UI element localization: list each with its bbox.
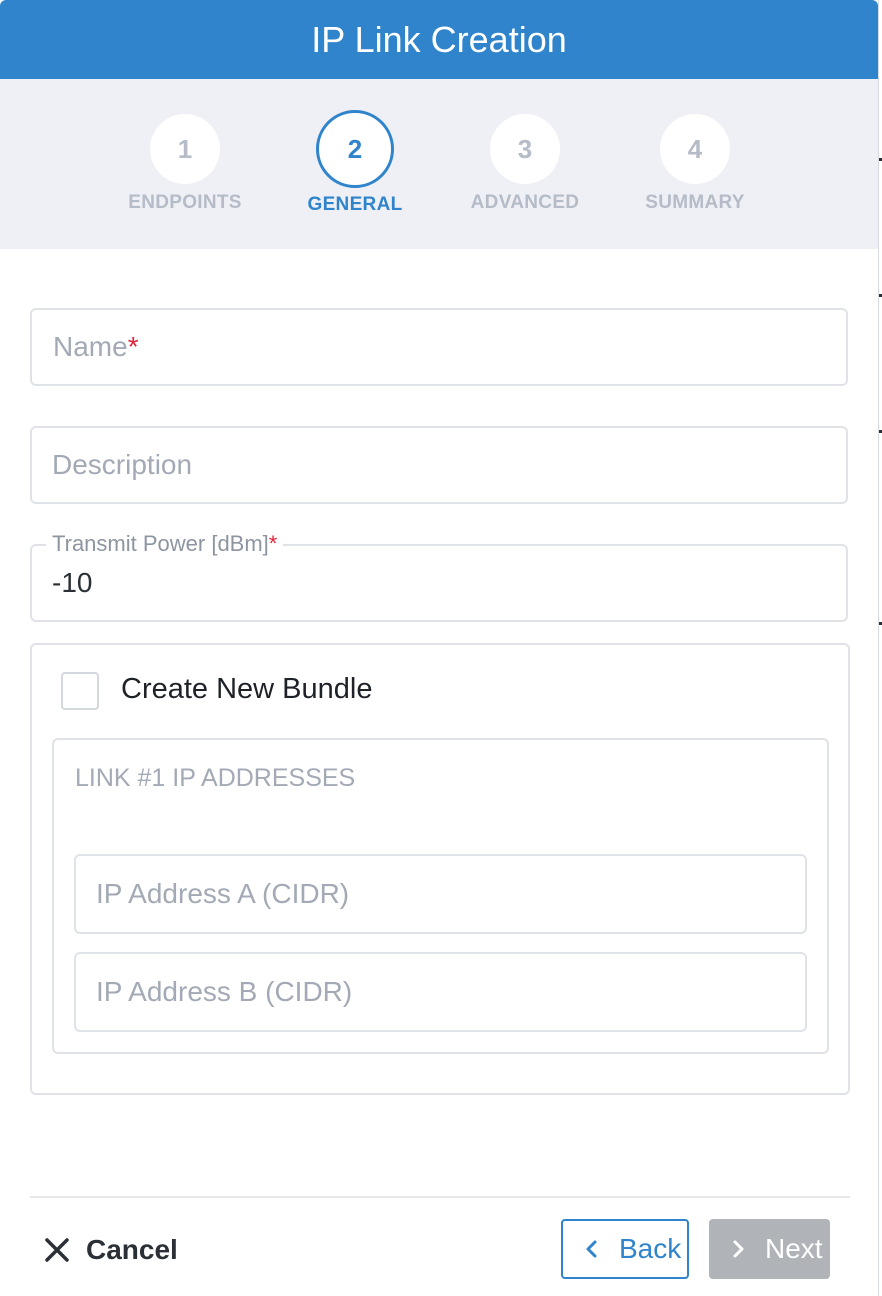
step-number-circle: 1 <box>150 114 220 184</box>
create-bundle-label[interactable]: Create New Bundle <box>121 673 372 706</box>
ip-link-creation-dialog: IP Link Creation 1 ENDPOINTS 2 GENERAL 3… <box>0 0 879 1296</box>
step-label: ENDPOINTS <box>128 192 242 213</box>
ip-address-a-field[interactable] <box>74 854 807 934</box>
step-advanced[interactable]: 3 ADVANCED <box>440 79 610 214</box>
create-bundle-checkbox[interactable] <box>61 672 99 710</box>
step-label: GENERAL <box>307 194 403 215</box>
ip-address-b-input[interactable] <box>96 954 786 1030</box>
step-label: SUMMARY <box>645 192 745 213</box>
step-endpoints[interactable]: 1 ENDPOINTS <box>100 79 270 214</box>
step-general[interactable]: 2 GENERAL <box>270 79 440 216</box>
dialog-header: IP Link Creation <box>0 0 878 79</box>
footer-divider <box>30 1196 850 1198</box>
link-ip-addresses-section: LINK #1 IP ADDRESSES <box>52 738 829 1054</box>
ip-address-b-field[interactable] <box>74 952 807 1032</box>
dialog-title: IP Link Creation <box>311 18 567 60</box>
description-field[interactable] <box>30 426 848 504</box>
bundle-section: Create New Bundle LINK #1 IP ADDRESSES <box>30 643 850 1095</box>
ip-address-a-input[interactable] <box>96 856 786 932</box>
step-summary[interactable]: 4 SUMMARY <box>610 79 780 214</box>
name-field[interactable]: Name* <box>30 308 848 386</box>
chevron-right-icon <box>733 1240 744 1258</box>
cancel-button[interactable]: Cancel <box>44 1229 178 1271</box>
stepper: 1 ENDPOINTS 2 GENERAL 3 ADVANCED 4 SUMMA… <box>0 79 878 249</box>
ip-addresses-title: LINK #1 IP ADDRESSES <box>75 764 356 792</box>
transmit-power-input[interactable] <box>52 546 822 620</box>
step-number-circle: 3 <box>490 114 560 184</box>
next-button[interactable]: Next <box>709 1219 830 1279</box>
step-label: ADVANCED <box>470 192 580 213</box>
close-icon <box>45 1238 69 1262</box>
window-edge <box>878 0 882 1296</box>
back-button[interactable]: Back <box>561 1219 689 1279</box>
next-label: Next <box>765 1233 823 1264</box>
back-label: Back <box>619 1233 682 1264</box>
step-number-circle: 4 <box>660 114 730 184</box>
transmit-power-field[interactable]: Transmit Power [dBm]* <box>30 531 848 622</box>
step-number-circle: 2 <box>316 110 394 188</box>
chevron-left-icon <box>586 1240 597 1258</box>
description-input[interactable] <box>52 428 822 502</box>
name-input[interactable] <box>52 310 822 384</box>
cancel-label: Cancel <box>86 1234 178 1265</box>
